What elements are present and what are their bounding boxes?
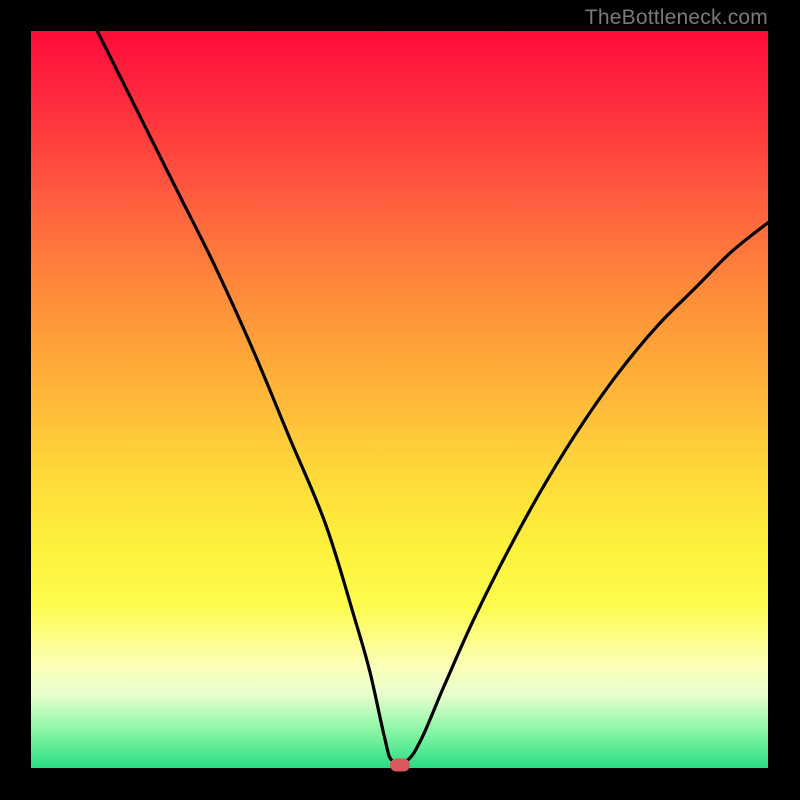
- curve-path: [97, 31, 768, 764]
- bottleneck-marker: [390, 759, 410, 772]
- plot-area: [31, 31, 768, 768]
- watermark-text: TheBottleneck.com: [585, 6, 768, 30]
- line-chart: [31, 31, 768, 768]
- chart-frame: TheBottleneck.com: [0, 0, 800, 800]
